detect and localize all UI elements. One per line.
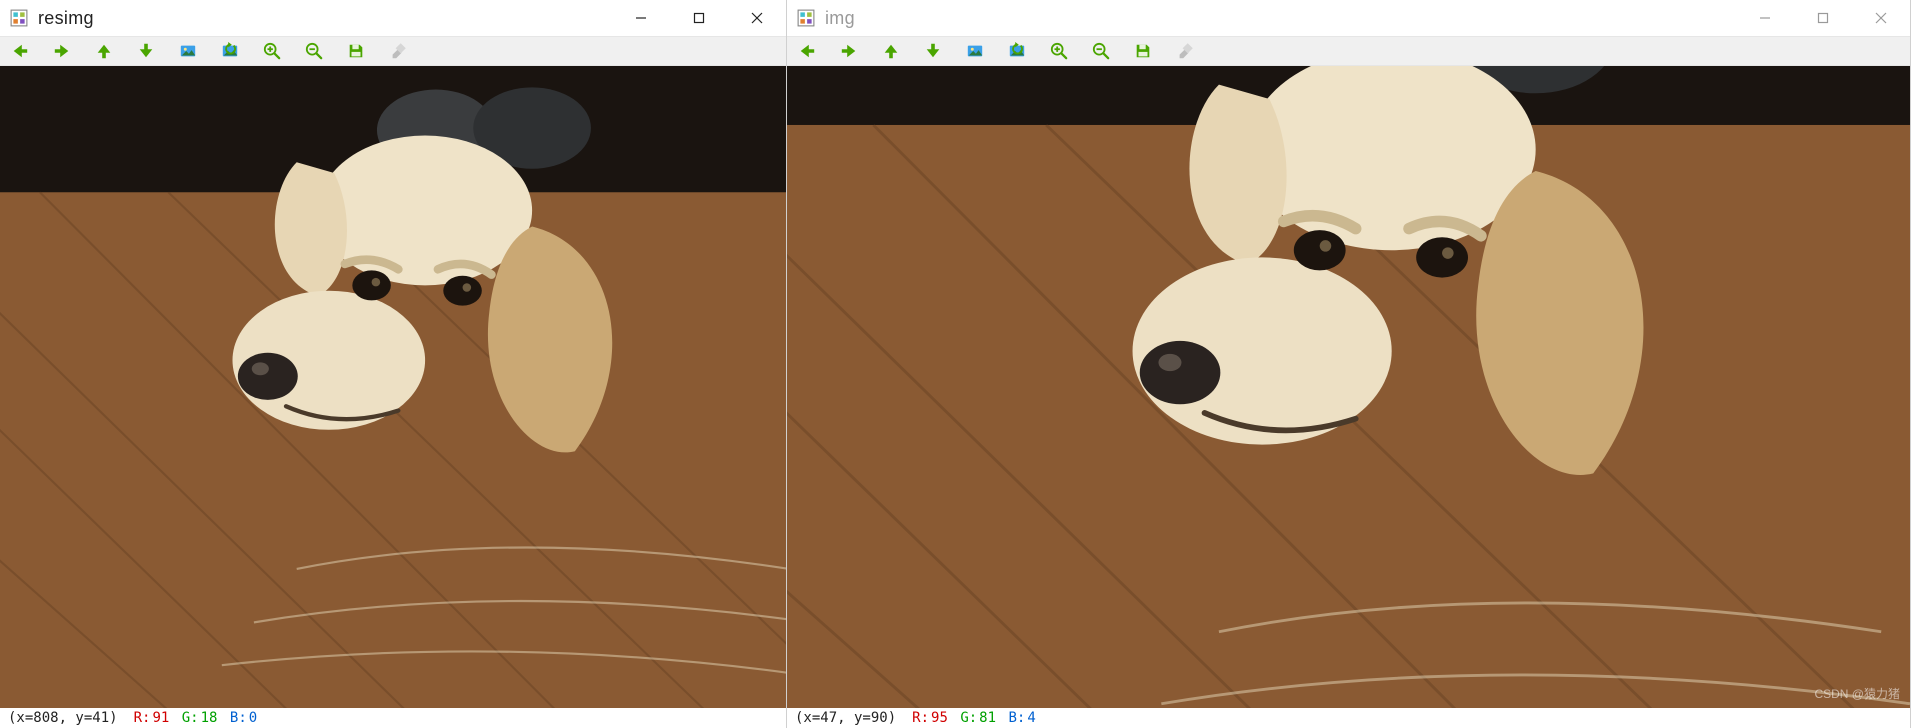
status-r-label: R: <box>912 710 929 726</box>
status-bar: (x=808, y=41) R: 91 G: 18 B: 0 <box>0 708 786 728</box>
status-b-label: B: <box>1008 710 1025 726</box>
image-refresh-icon[interactable] <box>220 41 240 61</box>
status-b-label: B: <box>230 710 247 726</box>
status-coords: (x=47, y=90) <box>795 710 896 726</box>
zoom-out-icon[interactable] <box>1091 41 1111 61</box>
status-coords: (x=808, y=41) <box>8 710 118 726</box>
window-title: resimg <box>38 8 612 29</box>
displayed-image <box>787 66 1910 708</box>
arrow-up-icon[interactable] <box>94 41 114 61</box>
status-bar: (x=47, y=90) R: 95 G: 81 B: 4 <box>787 708 1910 728</box>
arrow-up-icon[interactable] <box>881 41 901 61</box>
image-viewport[interactable] <box>0 66 786 708</box>
status-g-value: 81 <box>979 710 996 726</box>
clear-icon[interactable] <box>1175 41 1195 61</box>
arrow-left-icon[interactable] <box>10 41 30 61</box>
status-r-value: 91 <box>152 710 169 726</box>
maximize-button[interactable] <box>670 0 728 36</box>
image-icon[interactable] <box>965 41 985 61</box>
window-controls <box>612 0 786 36</box>
save-icon[interactable] <box>346 41 366 61</box>
app-icon <box>797 9 815 27</box>
zoom-out-icon[interactable] <box>304 41 324 61</box>
zoom-in-icon[interactable] <box>1049 41 1069 61</box>
status-b-value: 4 <box>1027 710 1035 726</box>
status-g-label: G: <box>182 710 199 726</box>
clear-icon[interactable] <box>388 41 408 61</box>
toolbar <box>0 36 786 66</box>
arrow-right-icon[interactable] <box>839 41 859 61</box>
app-icon <box>10 9 28 27</box>
arrow-right-icon[interactable] <box>52 41 72 61</box>
maximize-button[interactable] <box>1794 0 1852 36</box>
status-g-label: G: <box>960 710 977 726</box>
minimize-button[interactable] <box>1736 0 1794 36</box>
titlebar[interactable]: img <box>787 0 1910 36</box>
status-g-value: 18 <box>201 710 218 726</box>
close-button[interactable] <box>728 0 786 36</box>
minimize-button[interactable] <box>612 0 670 36</box>
displayed-image <box>0 66 786 708</box>
status-b-value: 0 <box>249 710 257 726</box>
image-icon[interactable] <box>178 41 198 61</box>
toolbar <box>787 36 1910 66</box>
status-r-value: 95 <box>931 710 948 726</box>
image-viewport[interactable]: CSDN @猿力猪 <box>787 66 1910 708</box>
titlebar[interactable]: resimg <box>0 0 786 36</box>
status-r-label: R: <box>134 710 151 726</box>
arrow-down-icon[interactable] <box>136 41 156 61</box>
window-controls <box>1736 0 1910 36</box>
window-img: img CSDN @猿力猪 (x=47, y=90) R: 95 G: 81 B… <box>787 0 1911 728</box>
save-icon[interactable] <box>1133 41 1153 61</box>
zoom-in-icon[interactable] <box>262 41 282 61</box>
window-resimg: resimg (x=808, y=41) R: 91 G: 18 B: 0 <box>0 0 787 728</box>
close-button[interactable] <box>1852 0 1910 36</box>
arrow-left-icon[interactable] <box>797 41 817 61</box>
image-refresh-icon[interactable] <box>1007 41 1027 61</box>
window-title: img <box>825 8 1736 29</box>
arrow-down-icon[interactable] <box>923 41 943 61</box>
